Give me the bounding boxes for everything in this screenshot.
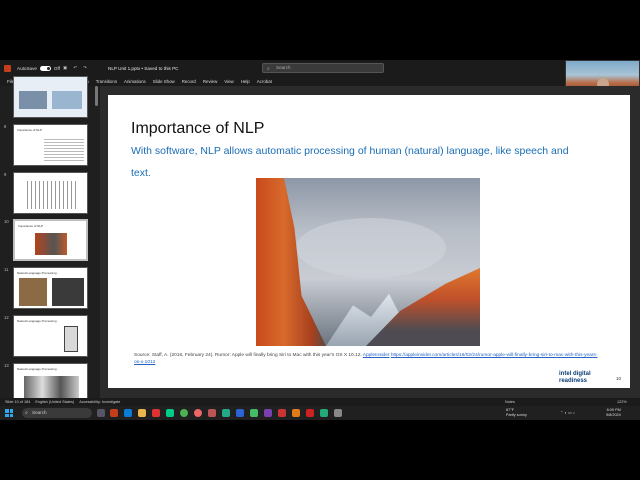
thumbnail-title: Importance of NLP (18, 224, 44, 228)
title-bar: AutoSave Off ▣ ↶ ↷ NLP Unit 1.pptx • Sav… (0, 60, 640, 76)
chrome-icon[interactable] (180, 409, 188, 417)
tab-acrobat[interactable]: Acrobat (257, 79, 272, 84)
firefox-icon[interactable] (194, 409, 202, 417)
tab-transitions[interactable]: Transitions (96, 79, 117, 84)
thumbnail-image (24, 376, 79, 398)
weather-widget[interactable]: 87°F Partly sunny (506, 408, 527, 417)
status-bar: Slide 10 of 184 English (United States) … (0, 398, 640, 406)
brand-line-2: readiness (559, 377, 588, 384)
slide-title[interactable]: Importance of NLP (131, 120, 264, 138)
thumbnail-slide-11[interactable]: Natural Language Processing (13, 267, 88, 309)
tab-animations[interactable]: Animations (124, 79, 146, 84)
thumbnail-number: 12 (4, 315, 9, 320)
weather-desc: Partly sunny (506, 412, 527, 417)
autosave-toggle[interactable] (39, 65, 51, 71)
language[interactable]: English (United States) (35, 400, 74, 404)
tab-record[interactable]: Record (182, 79, 196, 84)
thumbnail-image (19, 278, 47, 306)
source-text: Source: Staff, A. (2016, February 24). R… (134, 353, 362, 358)
slide-number: 10 (616, 376, 622, 381)
search-placeholder: Search (276, 65, 291, 70)
powerpoint-logo-icon (4, 64, 11, 72)
thumbnail-scrollbar[interactable] (95, 86, 98, 106)
powerpoint-window: AutoSave Off ▣ ↶ ↷ NLP Unit 1.pptx • Sav… (0, 60, 640, 420)
thumbnail-number: 10 (4, 219, 9, 224)
thumbnail-image (44, 137, 84, 161)
thumbnail-slide-10[interactable]: Importance of NLP (13, 219, 88, 261)
outlook-icon[interactable] (124, 409, 132, 417)
thumbnail-title: Importance of NLP (17, 128, 43, 132)
notes-button[interactable]: Notes (505, 400, 515, 404)
thumbnail-image (64, 326, 78, 352)
thumbnail-slide-8[interactable]: Importance of NLP (13, 124, 88, 166)
thumbnail-number: 8 (4, 124, 7, 129)
el-capitan-photo[interactable] (256, 178, 480, 346)
brand-line-1: intel digital (559, 371, 591, 377)
thumbnail-image (35, 233, 67, 255)
ribbon-tabs: File Home Insert Draw Design Transitions… (0, 76, 640, 86)
edge-icon[interactable] (166, 409, 174, 417)
app-icon[interactable] (208, 409, 216, 417)
task-view-icon[interactable] (97, 409, 105, 417)
tab-view[interactable]: View (224, 79, 233, 84)
undo-icon[interactable]: ↶ (73, 65, 77, 71)
zoom-level[interactable]: 122% (617, 400, 627, 404)
visual-studio-icon[interactable] (264, 409, 272, 417)
source-site-link[interactable]: AppleInsider (363, 353, 390, 358)
clock-date: 9/8/2024 (606, 412, 621, 417)
thumbnail-title: Natural Language Processing (17, 319, 57, 323)
app-icon[interactable] (334, 409, 342, 417)
autosave-state: Off (53, 65, 60, 71)
thumbnail-number: 13 (4, 363, 9, 368)
windows-start-icon[interactable] (5, 409, 13, 417)
windows-taskbar: Search 87°F Partly sunny ⌃ ◐ ▭ ♪ 8:09 PM… (0, 406, 640, 420)
app-icon[interactable] (292, 409, 300, 417)
thumbnail-slide-12[interactable]: Natural Language Processing (13, 315, 88, 357)
acrobat-icon[interactable] (152, 409, 160, 417)
thumbnail-slide-9[interactable] (13, 172, 88, 214)
tab-help[interactable]: Help (241, 79, 250, 84)
pdf-icon[interactable] (278, 409, 286, 417)
thumbnail-image (24, 181, 79, 209)
app-icon[interactable] (222, 409, 230, 417)
tab-review[interactable]: Review (203, 79, 217, 84)
thumbnail-slide-7[interactable] (13, 76, 88, 118)
app-icon[interactable] (306, 409, 314, 417)
slide-editing-area: Importance of NLP With software, NLP all… (100, 86, 640, 398)
thumbnail-number: 9 (4, 172, 7, 177)
thumbnail-image (52, 278, 84, 306)
intel-brand-logo: intel digital readiness (559, 371, 591, 384)
thumbnail-title: Natural Language Processing (17, 271, 57, 275)
thumbnail-title: Natural Language Processing (17, 367, 57, 371)
source-citation: Source: Staff, A. (2016, February 24). R… (134, 353, 604, 366)
photo-clouds (296, 218, 446, 278)
system-tray-icons[interactable]: ⌃ ◐ ▭ ♪ (560, 410, 575, 415)
redo-icon[interactable]: ↷ (83, 65, 87, 71)
vscode-icon[interactable] (236, 409, 244, 417)
thumbnail-number: 11 (4, 267, 9, 272)
slide-count: Slide 10 of 184 (5, 400, 31, 404)
slide-canvas[interactable]: Importance of NLP With software, NLP all… (108, 95, 630, 388)
autosave-label: AutoSave (17, 65, 37, 71)
clock-time: 8:09 PM (606, 408, 621, 412)
search-icon: ⌕ (267, 66, 270, 72)
search-box[interactable]: ⌕ Search (262, 63, 384, 73)
accessibility-status[interactable]: Accessibility: Investigate (79, 400, 120, 404)
taskbar-search[interactable]: Search (22, 408, 92, 418)
clock[interactable]: 8:09 PM 9/8/2024 (606, 408, 621, 417)
powerpoint-taskbar-icon[interactable] (110, 409, 118, 417)
tab-slide-show[interactable]: Slide Show (153, 79, 175, 84)
slide-thumbnails-pane: 8 Importance of NLP 9 10 Importance of N… (0, 76, 100, 415)
thumbnail-image (52, 91, 82, 109)
save-icon[interactable]: ▣ (63, 65, 67, 71)
excel-icon[interactable] (320, 409, 328, 417)
app-icon[interactable] (250, 409, 258, 417)
document-title[interactable]: NLP Unit 1.pptx • Saved to this PC (108, 66, 178, 71)
thumbnail-image (19, 91, 47, 109)
file-explorer-icon[interactable] (138, 409, 146, 417)
